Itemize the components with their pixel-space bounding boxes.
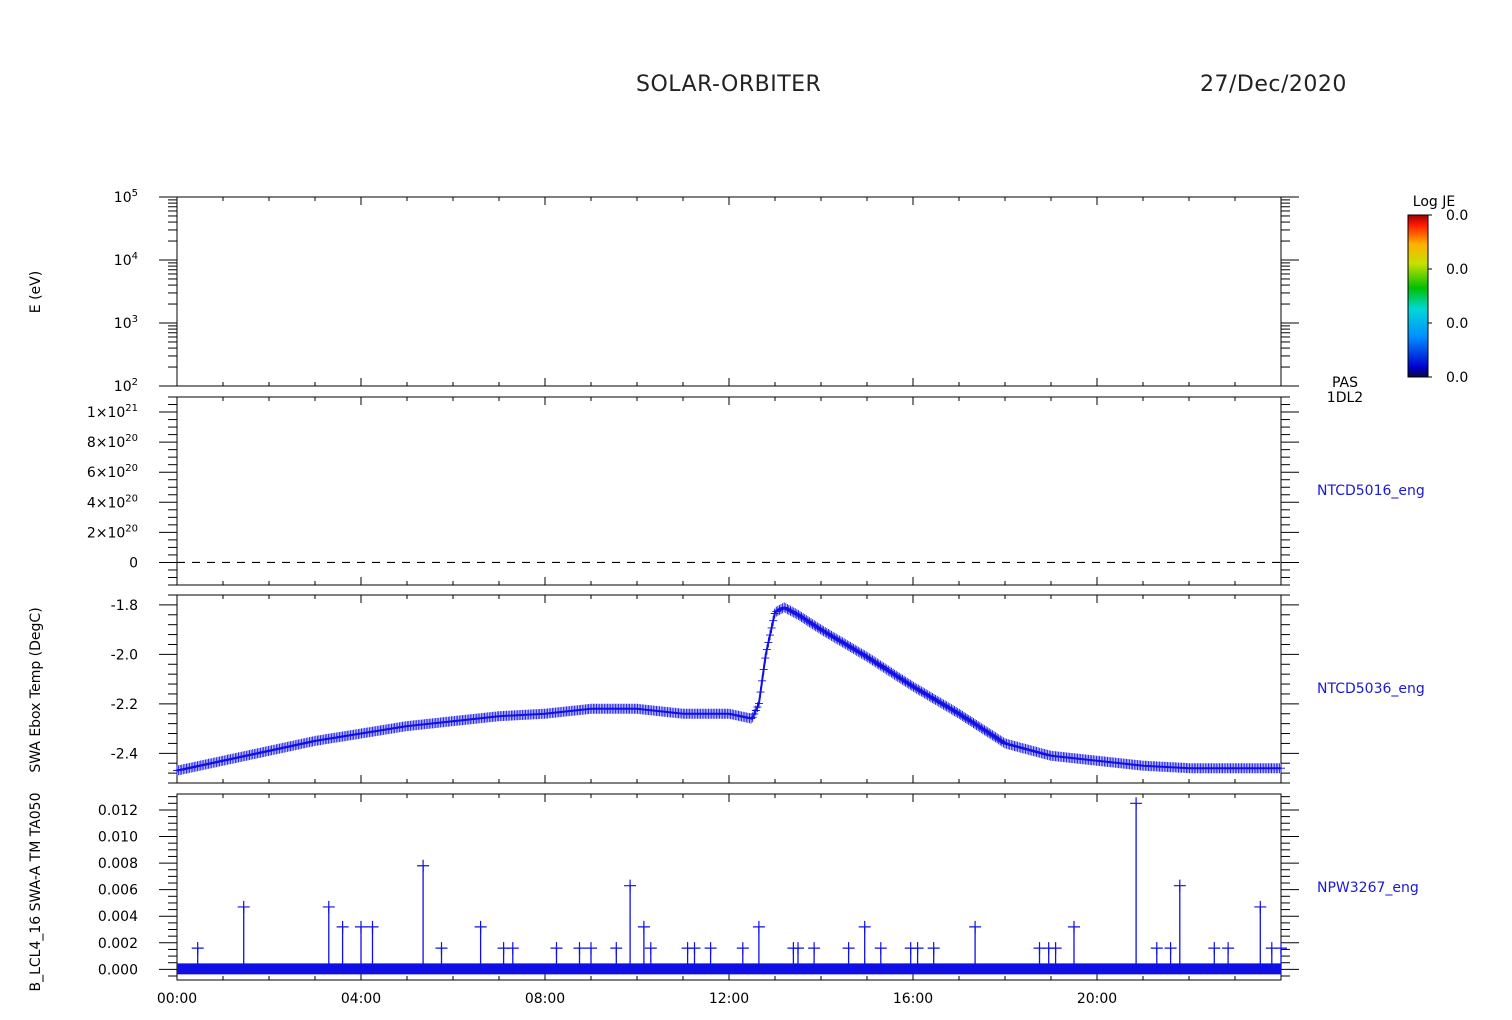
spike-marker xyxy=(704,942,717,955)
y-axis-label: E (eV) xyxy=(28,271,44,313)
spike-marker xyxy=(1130,797,1143,810)
colorbar-tick-label: 0.0 xyxy=(1446,262,1468,278)
spike-marker xyxy=(474,920,487,933)
spike-marker xyxy=(736,942,749,955)
spike-marker xyxy=(1222,942,1235,955)
spike-marker xyxy=(688,942,701,955)
spike-marker xyxy=(336,920,349,933)
spike-marker xyxy=(322,900,335,913)
spike-marker xyxy=(842,942,855,955)
spike-marker xyxy=(752,920,765,933)
y-tick-label: 0 xyxy=(129,555,138,571)
y-tick-label: 0.012 xyxy=(98,803,138,819)
y-tick-label: 103 xyxy=(114,314,138,332)
panel-right-label: NPW3267_eng xyxy=(1317,880,1419,896)
spike-marker xyxy=(969,920,982,933)
panel-right-label: 1DL2 xyxy=(1327,390,1363,406)
colorbar-tick-label: 0.0 xyxy=(1446,316,1468,332)
y-tick-label: 0.002 xyxy=(98,936,138,952)
spike-marker xyxy=(585,942,597,955)
x-tick-label: 20:00 xyxy=(1077,991,1117,1007)
spike-marker xyxy=(644,942,657,955)
spike-marker xyxy=(1164,942,1177,955)
colorbar-tick-label: 0.0 xyxy=(1446,208,1468,224)
y-tick-label: 105 xyxy=(114,188,138,206)
temperature-series-markers xyxy=(173,602,1285,776)
x-tick-label: 00:00 xyxy=(157,991,197,1007)
spike-marker xyxy=(874,942,887,955)
colorbar-tick-label: 0.0 xyxy=(1446,370,1468,386)
spike-marker xyxy=(1208,942,1221,955)
y-tick-label: -1.8 xyxy=(111,598,138,614)
y-tick-label: 104 xyxy=(114,251,138,269)
temperature-series-line xyxy=(176,606,1281,772)
y-tick-label: 0.000 xyxy=(98,962,138,978)
spike-marker xyxy=(366,920,379,933)
panel-frame xyxy=(176,196,1282,387)
spike-marker xyxy=(435,942,448,955)
y-tick-label: -2.2 xyxy=(111,697,138,713)
spike-marker xyxy=(911,942,924,955)
colorbar xyxy=(1407,214,1429,378)
spike-marker xyxy=(1254,900,1267,913)
y-axis-label: SWA Ebox Temp (DegC) xyxy=(28,607,44,772)
spike-marker xyxy=(550,942,563,955)
panel-right-label: NTCD5036_eng xyxy=(1317,681,1425,697)
spike-marker xyxy=(858,920,871,933)
x-tick-label: 12:00 xyxy=(709,991,749,1007)
x-tick-label: 08:00 xyxy=(525,991,565,1007)
y-tick-label: 6×1020 xyxy=(87,463,138,481)
y-axis-label: B_LCL4_16 SWA-A TM TA050 xyxy=(28,792,44,991)
spike-marker xyxy=(1275,942,1287,955)
spike-marker xyxy=(573,942,586,955)
spike-marker xyxy=(191,942,204,955)
y-tick-label: 0.004 xyxy=(98,909,138,925)
spike-marker xyxy=(637,920,650,933)
panel-right-label: PAS xyxy=(1332,375,1358,391)
spike-marker xyxy=(610,942,623,955)
y-tick-label: 0.010 xyxy=(98,830,138,846)
y-tick-label: 2×1020 xyxy=(87,523,138,541)
spike-marker xyxy=(1068,920,1080,933)
timeseries-plot: 102 103 104 105 E (eV) PAS1DL2 0 2×1020 4×1020 6×… xyxy=(28,188,1468,1007)
y-tick-label: 0.006 xyxy=(98,883,138,899)
y-tick-label: 1×1021 xyxy=(87,403,138,421)
x-tick-label: 16:00 xyxy=(893,991,933,1007)
y-tick-label: 8×1020 xyxy=(87,433,138,451)
x-tick-label: 04:00 xyxy=(341,991,381,1007)
y-tick-label: 102 xyxy=(114,377,138,395)
panel-frame xyxy=(176,594,1282,784)
spike-marker xyxy=(506,942,519,955)
y-tick-label: -2.4 xyxy=(111,746,138,762)
y-tick-label: -2.0 xyxy=(111,647,138,663)
spike-marker xyxy=(808,942,821,955)
panel-right-label: NTCD5016_eng xyxy=(1317,483,1425,499)
spike-marker xyxy=(1049,942,1062,955)
spike-marker xyxy=(624,879,637,892)
y-tick-label: 0.008 xyxy=(98,856,138,872)
spike-marker xyxy=(1173,879,1186,892)
spike-marker xyxy=(355,920,367,933)
panel-frame xyxy=(176,396,1282,586)
spike-marker xyxy=(1150,942,1163,955)
spike-marker xyxy=(927,942,940,955)
spike-marker xyxy=(417,859,430,872)
y-tick-label: 4×1020 xyxy=(87,493,138,511)
spike-marker xyxy=(237,900,250,913)
